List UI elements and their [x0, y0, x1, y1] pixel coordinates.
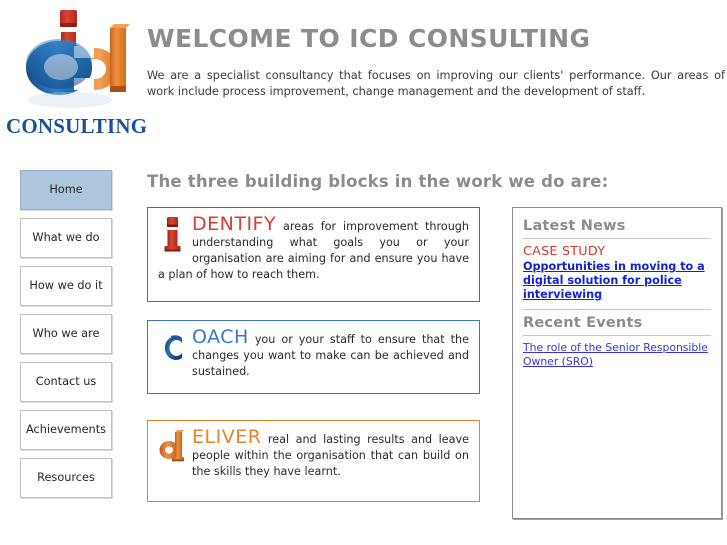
letter-i-3d-icon — [158, 215, 188, 255]
case-study-link[interactable]: Opportunities in moving to a digital sol… — [523, 260, 711, 302]
card-deliver-text: ELIVER real and lasting results and leav… — [158, 426, 469, 480]
panel-divider — [523, 238, 711, 239]
sidebar-item-resources[interactable]: Resources — [20, 458, 112, 498]
letter-d-3d-icon — [158, 428, 188, 468]
sidebar-item-home[interactable]: Home — [20, 170, 112, 210]
sidebar-item-how-we-do-it[interactable]: How we do it — [20, 266, 112, 306]
site-logo[interactable]: CONSULTING — [4, 4, 148, 139]
recent-event-link[interactable]: The role of the Senior Responsible Owner… — [523, 341, 711, 369]
sidebar-nav: Home What we do How we do it Who we are … — [20, 170, 112, 506]
card-identify-lead: DENTIFY — [192, 213, 277, 235]
card-deliver-lead: ELIVER — [192, 426, 262, 448]
main-heading: The three building blocks in the work we… — [147, 172, 609, 191]
sidebar-item-what-we-do[interactable]: What we do — [20, 218, 112, 258]
building-block-card-deliver: ELIVER real and lasting results and leav… — [147, 420, 480, 502]
card-coach-lead: OACH — [192, 326, 249, 348]
icd-logo-mark-icon — [22, 6, 140, 114]
sidebar-item-contact-us[interactable]: Contact us — [20, 362, 112, 402]
intro-paragraph: We are a specialist consultancy that foc… — [147, 69, 725, 98]
building-block-card-coach: OACH you or your staff to ensure that th… — [147, 320, 480, 394]
panel-divider — [523, 309, 711, 310]
recent-events-heading: Recent Events — [523, 315, 643, 331]
latest-news-heading: Latest News — [523, 218, 626, 234]
news-panel: Latest News CASE STUDY Opportunities in … — [512, 207, 722, 519]
card-coach-text: OACH you or your staff to ensure that th… — [158, 326, 469, 380]
building-block-card-identify: DENTIFY areas for improvement through un… — [147, 207, 480, 302]
sidebar-item-who-we-are[interactable]: Who we are — [20, 314, 112, 354]
panel-divider — [523, 335, 711, 336]
sidebar-item-achievements[interactable]: Achievements — [20, 410, 112, 450]
case-study-label: CASE STUDY — [523, 244, 606, 259]
page-header: CONSULTING WELCOME TO ICD CONSULTING We … — [0, 0, 727, 150]
letter-c-3d-icon — [158, 328, 188, 368]
card-identify-text: DENTIFY areas for improvement through un… — [158, 213, 469, 283]
page-title: WELCOME TO ICD CONSULTING — [147, 24, 591, 53]
logo-wordmark: CONSULTING — [6, 114, 148, 138]
